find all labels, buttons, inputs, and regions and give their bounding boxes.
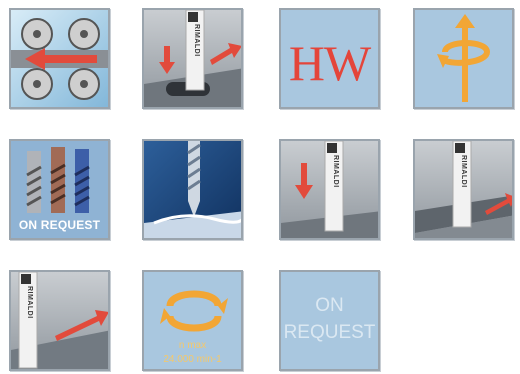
n-max-label: n max (178, 340, 207, 351)
tool-brand-label: RIMALDI (332, 155, 339, 188)
on-label: ON (315, 295, 344, 316)
max-speed-rotation-icon: n max 24.000 min-1 (142, 270, 243, 371)
on-request-icon: ON REQUEST (279, 270, 380, 371)
on-request-label: ON REQUEST (18, 218, 101, 232)
rotation-axis-icon (413, 8, 514, 109)
tool-brand-label: RIMALDI (460, 155, 467, 188)
belt-drive-feed-icon (9, 8, 110, 109)
surface-milling-icon: RIMALDI (9, 270, 110, 371)
tool-brand-label: RIMALDI (193, 24, 200, 57)
plunge-drilling-icon: RIMALDI (279, 139, 380, 240)
hw-label: HW (288, 35, 371, 91)
coated-cutters-on-request-icon: ON REQUEST (9, 139, 110, 240)
hw-carbide-icon: HW (279, 8, 380, 109)
on-request-text: ON REQUEST (281, 292, 378, 346)
plunge-and-slot-milling-icon: RIMALDI (142, 8, 243, 109)
tool-brand-label: RIMALDI (26, 286, 33, 319)
request-label: REQUEST (283, 322, 376, 343)
edge-profiling-icon: RIMALDI (413, 139, 514, 240)
spiral-chip-cutting-icon (142, 139, 243, 240)
rpm-value-label: 24.000 min-1 (163, 354, 222, 365)
